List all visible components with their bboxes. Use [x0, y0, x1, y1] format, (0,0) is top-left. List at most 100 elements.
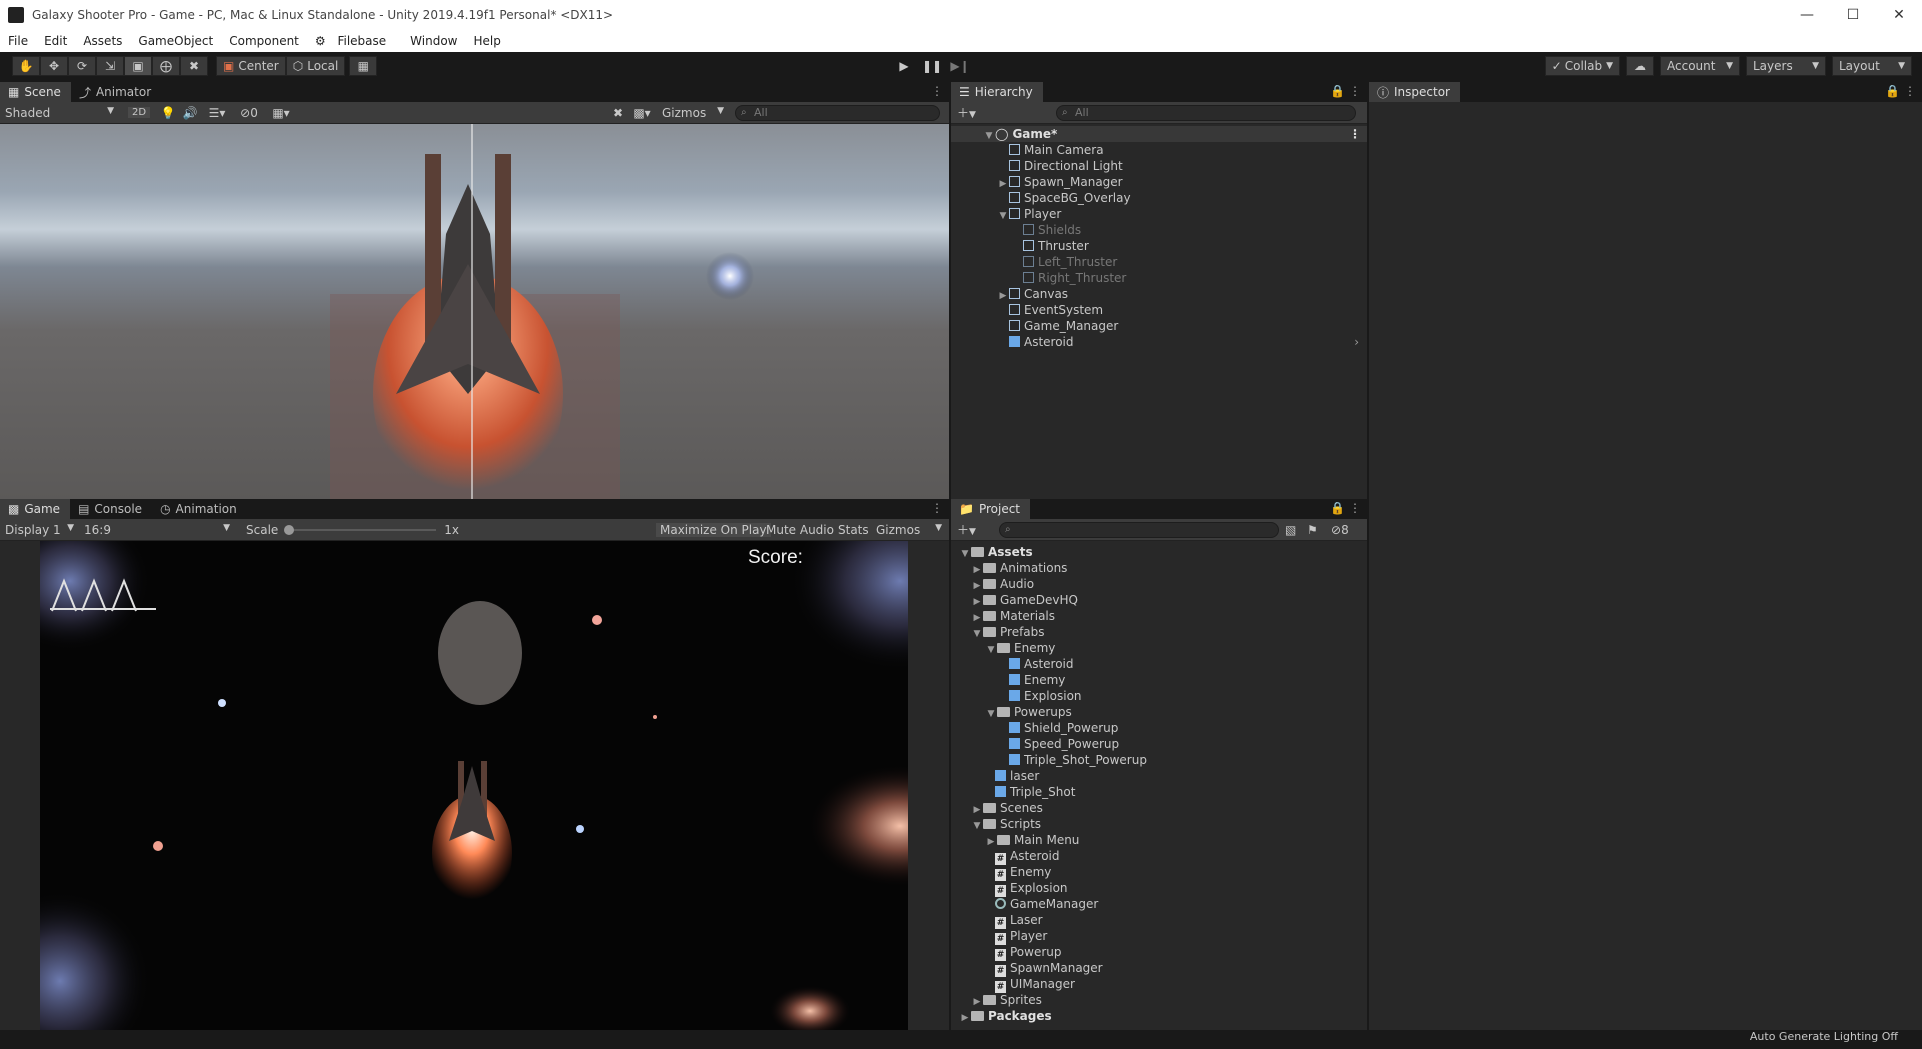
chevron-right-icon[interactable]: › [1354, 334, 1359, 350]
scene-search-input[interactable]: All [735, 105, 940, 121]
pivot-local-button[interactable]: ⬡ Local [285, 56, 346, 76]
hidden-objects-toggle[interactable]: ⊘0 [232, 106, 266, 120]
hierarchy-row-spacebg-overlay[interactable]: SpaceBG_Overlay [951, 190, 1367, 206]
menu-filebase[interactable]: ⚙ Filebase [307, 34, 402, 48]
project-row-asteroid-prefab[interactable]: Asteroid [951, 656, 1367, 672]
minimize-icon[interactable]: — [1784, 0, 1830, 30]
project-row-triple-shot-powerup[interactable]: Triple_Shot_Powerup [951, 752, 1367, 768]
mute-audio-toggle[interactable]: Mute Audio [762, 523, 838, 537]
hierarchy-row-thruster[interactable]: Thruster [951, 238, 1367, 254]
project-row-main-menu[interactable]: ▶ Main Menu [951, 832, 1367, 848]
effects-icon[interactable]: ☰▾ [202, 106, 232, 120]
filter-label-icon[interactable]: ⚑ [1307, 523, 1318, 537]
pause-icon[interactable]: ❚❚ [918, 56, 946, 76]
cloud-icon[interactable]: ☁ [1626, 56, 1654, 76]
project-row-laser-script[interactable]: # Laser [951, 912, 1367, 929]
hierarchy-row-spawn-manager[interactable]: ▶ Spawn_Manager [951, 174, 1367, 190]
tab-animator[interactable]: ⤴ Animator [71, 82, 161, 102]
project-row-animations[interactable]: ▶ Animations [951, 560, 1367, 576]
project-search-input[interactable] [999, 522, 1279, 538]
project-row-packages[interactable]: ▶ Packages [951, 1008, 1367, 1024]
stats-toggle[interactable]: Stats [834, 523, 873, 537]
lock-and-menu-icon[interactable]: 🔒 ⋮ [1330, 84, 1361, 98]
layers-dropdown[interactable]: Layers ▼ [1746, 56, 1826, 76]
lock-and-menu-icon[interactable]: 🔒 ⋮ [1330, 501, 1361, 515]
display-dropdown[interactable]: Display 1 ▼ [0, 523, 80, 537]
chevron-right-icon[interactable]: ▶ [959, 1010, 971, 1026]
hierarchy-row-main-camera[interactable]: Main Camera [951, 142, 1367, 158]
hierarchy-row-right-thruster[interactable]: Right_Thruster [951, 270, 1367, 286]
play-icon[interactable]: ▶ [890, 56, 918, 76]
project-row-scenes[interactable]: ▶ Scenes [951, 800, 1367, 816]
project-row-triple-shot-prefab[interactable]: Triple_Shot [951, 784, 1367, 800]
audio-icon[interactable]: 🔊 [178, 106, 202, 120]
project-row-uimanager-script[interactable]: # UIManager [951, 976, 1367, 993]
custom-tool-icon[interactable]: ✖ [180, 56, 208, 76]
layout-dropdown[interactable]: Layout ▼ [1832, 56, 1912, 76]
step-icon[interactable]: ▶❙ [946, 56, 974, 76]
scale-slider-handle[interactable] [284, 524, 295, 535]
menu-file[interactable]: File [0, 34, 36, 48]
tab-project[interactable]: 📁 Project [951, 499, 1031, 519]
project-row-prefabs[interactable]: ▼ Prefabs [951, 624, 1367, 640]
project-row-enemy-script[interactable]: # Enemy [951, 864, 1367, 881]
tab-hierarchy[interactable]: ☰ Hierarchy [951, 82, 1043, 102]
project-row-spawnmanager-script[interactable]: # SpawnManager [951, 960, 1367, 977]
project-row-explosion-prefab[interactable]: Explosion [951, 688, 1367, 704]
scene-gizmos-dropdown[interactable]: Gizmos ▼ [662, 106, 728, 120]
menu-component[interactable]: Component [221, 34, 307, 48]
scale-tool-icon[interactable]: ⇲ [96, 56, 124, 76]
project-row-scripts[interactable]: ▼ Scripts [951, 816, 1367, 832]
hidden-packages-toggle[interactable]: ⊘8 [1331, 523, 1349, 537]
tab-game[interactable]: ▩ Game [0, 499, 71, 519]
maximize-icon[interactable]: ☐ [1830, 0, 1876, 30]
project-row-speed-powerup[interactable]: Speed_Powerup [951, 736, 1367, 752]
create-dropdown[interactable]: ＋▼ [951, 104, 991, 121]
move-tool-icon[interactable]: ✥ [40, 56, 68, 76]
camera-icon[interactable]: ▩▾ [630, 106, 654, 120]
hierarchy-row-canvas[interactable]: ▶ Canvas [951, 286, 1367, 302]
project-row-enemy-prefab[interactable]: Enemy [951, 672, 1367, 688]
tab-animation[interactable]: ◷ Animation [152, 499, 247, 519]
filter-type-icon[interactable]: ▧ [1285, 523, 1296, 537]
account-dropdown[interactable]: Account ▼ [1660, 56, 1740, 76]
collab-button[interactable]: ✓ Collab ▼ [1544, 56, 1620, 76]
project-row-powerups[interactable]: ▼ Powerups [951, 704, 1367, 720]
row-menu-icon[interactable]: ⋮ [1349, 126, 1361, 142]
project-row-shield-powerup[interactable]: Shield_Powerup [951, 720, 1367, 736]
project-row-explosion-script[interactable]: # Explosion [951, 880, 1367, 897]
project-row-player-script[interactable]: # Player [951, 928, 1367, 945]
scene-viewport[interactable] [0, 124, 949, 500]
project-row-audio[interactable]: ▶ Audio [951, 576, 1367, 592]
project-row-materials[interactable]: ▶ Materials [951, 608, 1367, 624]
scene-root-row[interactable]: ▼ ◯ Game* ⋮ [951, 126, 1367, 142]
project-row-asteroid-script[interactable]: # Asteroid [951, 848, 1367, 865]
create-dropdown[interactable]: ＋▼ [951, 521, 991, 538]
panel-menu-icon[interactable]: ⋮ [931, 84, 943, 98]
hierarchy-search-input[interactable]: All [1056, 105, 1356, 121]
menu-assets[interactable]: Assets [75, 34, 130, 48]
hierarchy-row-directional-light[interactable]: Directional Light [951, 158, 1367, 174]
menu-gameobject[interactable]: GameObject [130, 34, 221, 48]
project-row-powerup-script[interactable]: # Powerup [951, 944, 1367, 961]
tab-scene[interactable]: ▦ Scene [0, 82, 71, 102]
rect-tool-icon[interactable]: ▣ [124, 56, 152, 76]
rotate-tool-icon[interactable]: ⟳ [68, 56, 96, 76]
project-row-assets[interactable]: ▼ Assets [951, 544, 1367, 560]
grid-icon[interactable]: ▦▾ [266, 106, 296, 120]
transform-tool-icon[interactable]: ⨁ [152, 56, 180, 76]
project-row-sprites[interactable]: ▶ Sprites [951, 992, 1367, 1008]
project-row-prefabs-enemy[interactable]: ▼ Enemy [951, 640, 1367, 656]
hierarchy-row-shields[interactable]: Shields [951, 222, 1367, 238]
menu-window[interactable]: Window [402, 34, 465, 48]
lighting-icon[interactable]: 💡 [158, 106, 178, 120]
lock-and-menu-icon[interactable]: 🔒 ⋮ [1885, 84, 1916, 98]
project-row-laser-prefab[interactable]: laser [951, 768, 1367, 784]
game-viewport[interactable]: Score: [40, 541, 908, 1031]
shading-mode-dropdown[interactable]: Shaded ▼ [0, 106, 120, 120]
tab-console[interactable]: ▤ Console [70, 499, 152, 519]
pivot-center-button[interactable]: ▣ Center [216, 56, 286, 76]
project-row-gamedevhq[interactable]: ▶ GameDevHQ [951, 592, 1367, 608]
hierarchy-row-game-manager[interactable]: Game_Manager [951, 318, 1367, 334]
tools-icon[interactable]: ✖ [608, 106, 628, 120]
